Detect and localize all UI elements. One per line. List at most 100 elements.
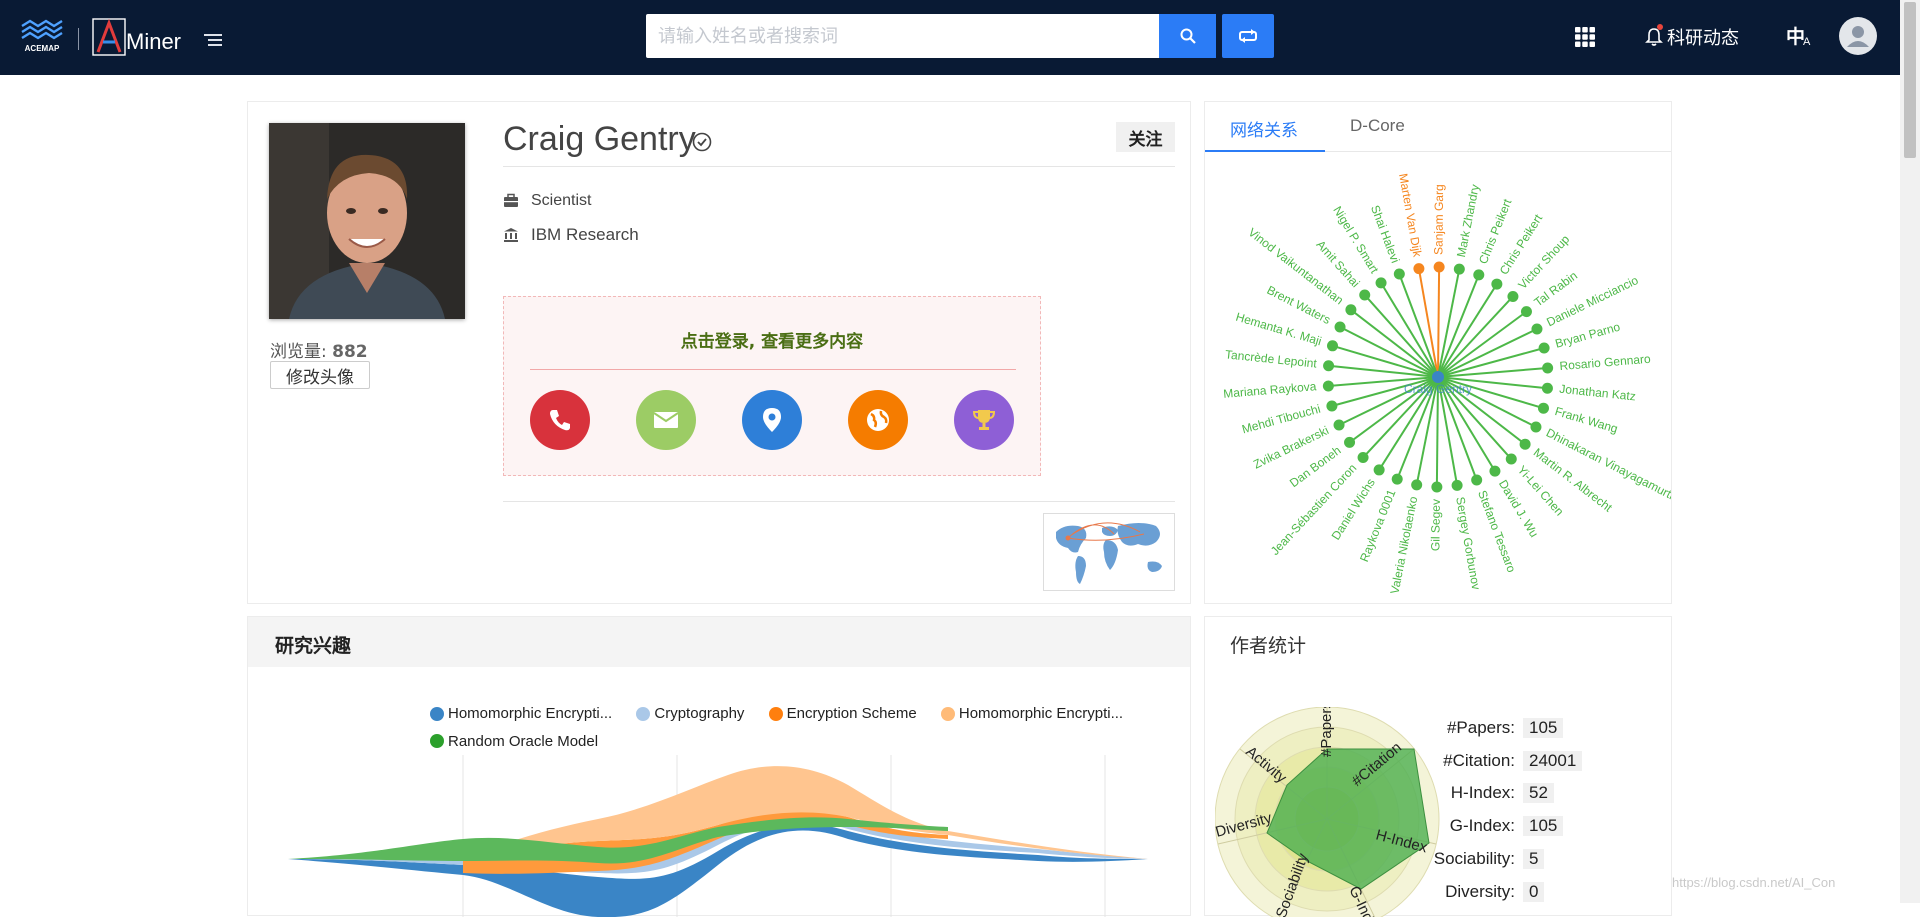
coauthor-node[interactable] [1359, 289, 1371, 301]
divider [530, 369, 1016, 370]
email-button[interactable] [636, 390, 696, 450]
network-tabs: 网络关系 D-Core [1205, 102, 1671, 152]
legend-item[interactable]: Cryptography [636, 701, 744, 726]
coauthor-node[interactable] [1537, 402, 1549, 414]
coauthor-node[interactable] [1322, 380, 1334, 392]
coauthor-name[interactable]: Gil Segev [1428, 499, 1443, 551]
search-button[interactable] [1159, 14, 1216, 58]
lang-en-label: A [1803, 36, 1811, 48]
phone-button[interactable] [530, 390, 590, 450]
coauthor-node[interactable] [1473, 269, 1485, 281]
legend-item[interactable]: Homomorphic Encrypti... [430, 701, 612, 726]
coauthor-node[interactable] [1333, 419, 1345, 431]
coauthor-name[interactable]: Tancrède Lepoint [1224, 347, 1318, 370]
scrollbar-thumb[interactable] [1904, 2, 1916, 158]
coauthor-node[interactable] [1520, 306, 1532, 318]
center-node-label: Craig Gentry [1404, 382, 1472, 396]
profile-card: 浏览量: 882 修改头像 Craig Gentry 关注 Scientist … [247, 101, 1191, 604]
coauthor-network-graph[interactable]: Marten Van Dijk Sanjam Garg Mark ZhandryCh… [1205, 152, 1671, 602]
legend-item[interactable]: Random Oracle Model [430, 729, 598, 754]
author-stats-title: 作者统计 [1230, 635, 1307, 657]
search-input[interactable] [646, 14, 1159, 58]
coauthor-node[interactable] [1491, 278, 1503, 290]
coauthor-name[interactable]: Bryan Parno [1554, 320, 1622, 351]
phone-icon [550, 410, 570, 431]
coauthor-name[interactable]: Rosario Gennaro [1559, 352, 1652, 373]
coauthor-name[interactable]: Jonathan Katz [1559, 382, 1637, 404]
coauthor-node[interactable] [1373, 464, 1385, 476]
research-interests-card: 研究兴趣 Homomorphic Encrypti... Cryptograph… [247, 616, 1191, 917]
coauthor-node[interactable] [1471, 474, 1483, 486]
stat-value: 105 [1523, 718, 1564, 738]
interest-streamgraph[interactable] [248, 755, 1190, 917]
tab-dcore[interactable]: D-Core [1350, 116, 1405, 136]
tab-network[interactable]: 网络关系 [1230, 116, 1298, 141]
user-avatar[interactable] [1839, 17, 1877, 55]
location-button[interactable] [742, 390, 802, 450]
apps-grid-icon[interactable] [1574, 26, 1596, 48]
legend-label: Homomorphic Encrypti... [958, 705, 1124, 722]
stat-label: G-Index: [1449, 816, 1515, 835]
coauthor-node[interactable] [1489, 465, 1501, 477]
coauthor-node[interactable] [1507, 290, 1519, 302]
collaboration-world-map[interactable] [1043, 513, 1175, 591]
switch-search-button[interactable] [1222, 14, 1274, 58]
coauthor-node[interactable] [1541, 382, 1553, 394]
menu-toggle-icon[interactable] [204, 34, 222, 48]
legend-item[interactable]: Encryption Scheme [768, 701, 917, 726]
coauthor-node[interactable] [1357, 452, 1369, 464]
coauthor-node[interactable] [1542, 362, 1554, 374]
language-switch-button[interactable]: 中 A [1786, 22, 1816, 52]
coauthor-node[interactable] [1531, 323, 1543, 335]
coauthor-node[interactable] [1530, 421, 1542, 433]
legend-swatch [768, 706, 783, 721]
coauthor-node[interactable] [1453, 263, 1465, 275]
page-scrollbar[interactable] [1900, 0, 1920, 903]
stat-row-sociability: Sociability: 5 [1375, 848, 1635, 870]
stat-value: 0 [1523, 882, 1545, 902]
coauthor-name[interactable]: Valeria Nikolaenko [1387, 495, 1420, 595]
coauthor-node[interactable] [1519, 438, 1531, 450]
coauthor-node[interactable] [1433, 261, 1445, 273]
stat-value: 24001 [1523, 751, 1583, 771]
coauthor-node[interactable] [1334, 321, 1346, 333]
divider [503, 166, 1175, 167]
coauthor-node[interactable] [1344, 436, 1356, 448]
login-prompt-link[interactable]: 点击登录, 查看更多内容 [504, 327, 1040, 352]
coauthor-name[interactable]: Sanjam Garg [1431, 184, 1446, 255]
stat-label: Sociability: [1433, 849, 1515, 868]
radar-axis-label: #Papers [1318, 707, 1335, 757]
acemap-logo[interactable]: ACEMAP [18, 18, 66, 54]
research-news-label: 科研动态 [1667, 28, 1739, 49]
globe-icon [867, 409, 889, 431]
coauthor-node[interactable] [1411, 479, 1423, 491]
research-news-button[interactable]: 科研动态 [1645, 24, 1739, 50]
award-button[interactable] [954, 390, 1014, 450]
coauthor-node[interactable] [1413, 263, 1425, 275]
coauthor-node[interactable] [1391, 473, 1403, 485]
coauthor-node[interactable] [1431, 481, 1443, 493]
coauthor-node[interactable] [1393, 268, 1405, 280]
coauthor-name[interactable]: Mariana Raykova [1223, 379, 1318, 401]
coauthor-node[interactable] [1326, 400, 1338, 412]
stat-row-diversity: Diversity: 0 [1375, 881, 1635, 903]
homepage-button[interactable] [848, 390, 908, 450]
legend-swatch [636, 706, 651, 721]
coauthor-name[interactable]: Sergey Gorbunov [1453, 496, 1483, 591]
coauthor-node[interactable] [1345, 304, 1357, 316]
coauthor-node[interactable] [1375, 277, 1387, 289]
follow-button[interactable]: 关注 [1116, 122, 1175, 152]
edit-avatar-button[interactable]: 修改头像 [270, 361, 370, 389]
coauthor-node[interactable] [1505, 453, 1517, 465]
login-prompt-box: 点击登录, 查看更多内容 [503, 296, 1041, 476]
stat-row-citation: #Citation: 24001 [1375, 750, 1635, 772]
legend-swatch [940, 706, 955, 721]
coauthor-node[interactable] [1538, 342, 1550, 354]
legend-item[interactable]: Homomorphic Encrypti... [940, 701, 1124, 726]
coauthor-name[interactable]: Mark Zhandry [1454, 183, 1482, 258]
coauthor-node[interactable] [1323, 360, 1335, 372]
coauthor-name[interactable]: Marten Van Dijk [1396, 172, 1425, 259]
coauthor-node[interactable] [1327, 340, 1339, 352]
aminer-logo[interactable]: Miner [92, 16, 181, 56]
coauthor-node[interactable] [1451, 479, 1463, 491]
